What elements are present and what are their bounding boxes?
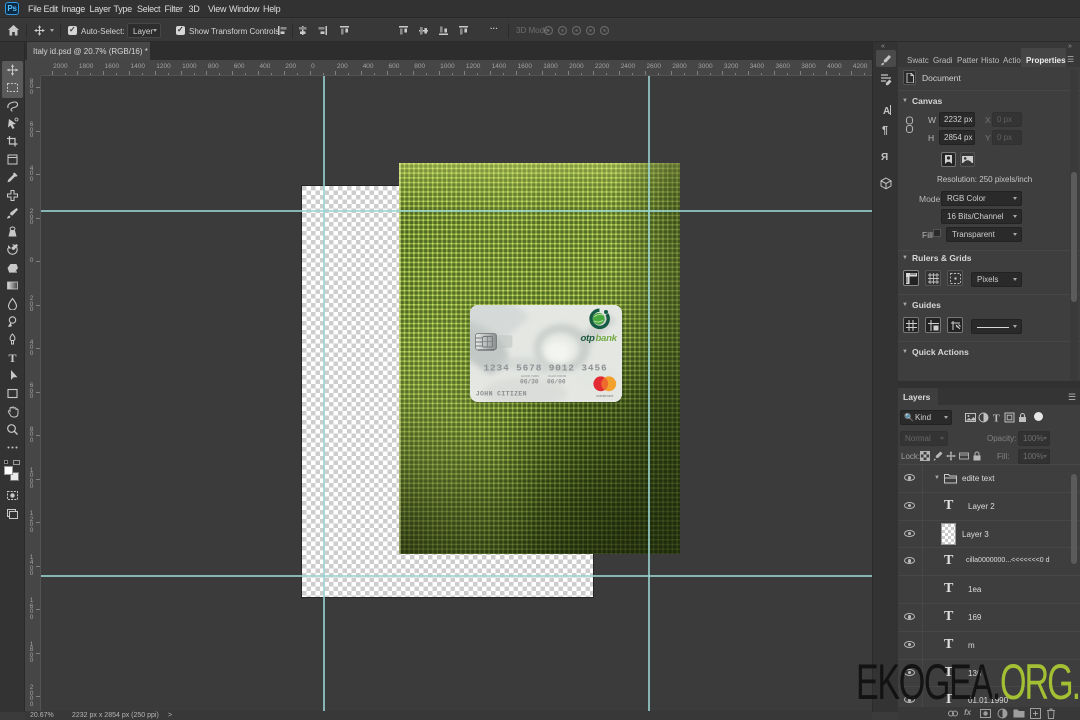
svg-text:bank: bank [595, 333, 617, 344]
svg-text:JOHN CITIZEN: JOHN CITIZEN [475, 390, 526, 397]
svg-text:GOOD THRU: GOOD THRU [521, 373, 539, 377]
svg-text:¶: ¶ [882, 125, 888, 137]
svg-text:VALID FROM: VALID FROM [548, 373, 567, 377]
svg-text:T: T [8, 351, 16, 364]
svg-text:mastercard: mastercard [596, 393, 613, 397]
svg-text:1234 5678 9012 3456: 1234 5678 9012 3456 [483, 362, 607, 373]
svg-text:Я: Я [881, 152, 888, 163]
svg-text:A: A [883, 106, 890, 117]
svg-text:06/30: 06/30 [520, 378, 539, 385]
svg-text:00/00: 00/00 [547, 378, 566, 385]
svg-text:otp: otp [580, 333, 594, 344]
svg-text:T: T [993, 414, 1000, 424]
